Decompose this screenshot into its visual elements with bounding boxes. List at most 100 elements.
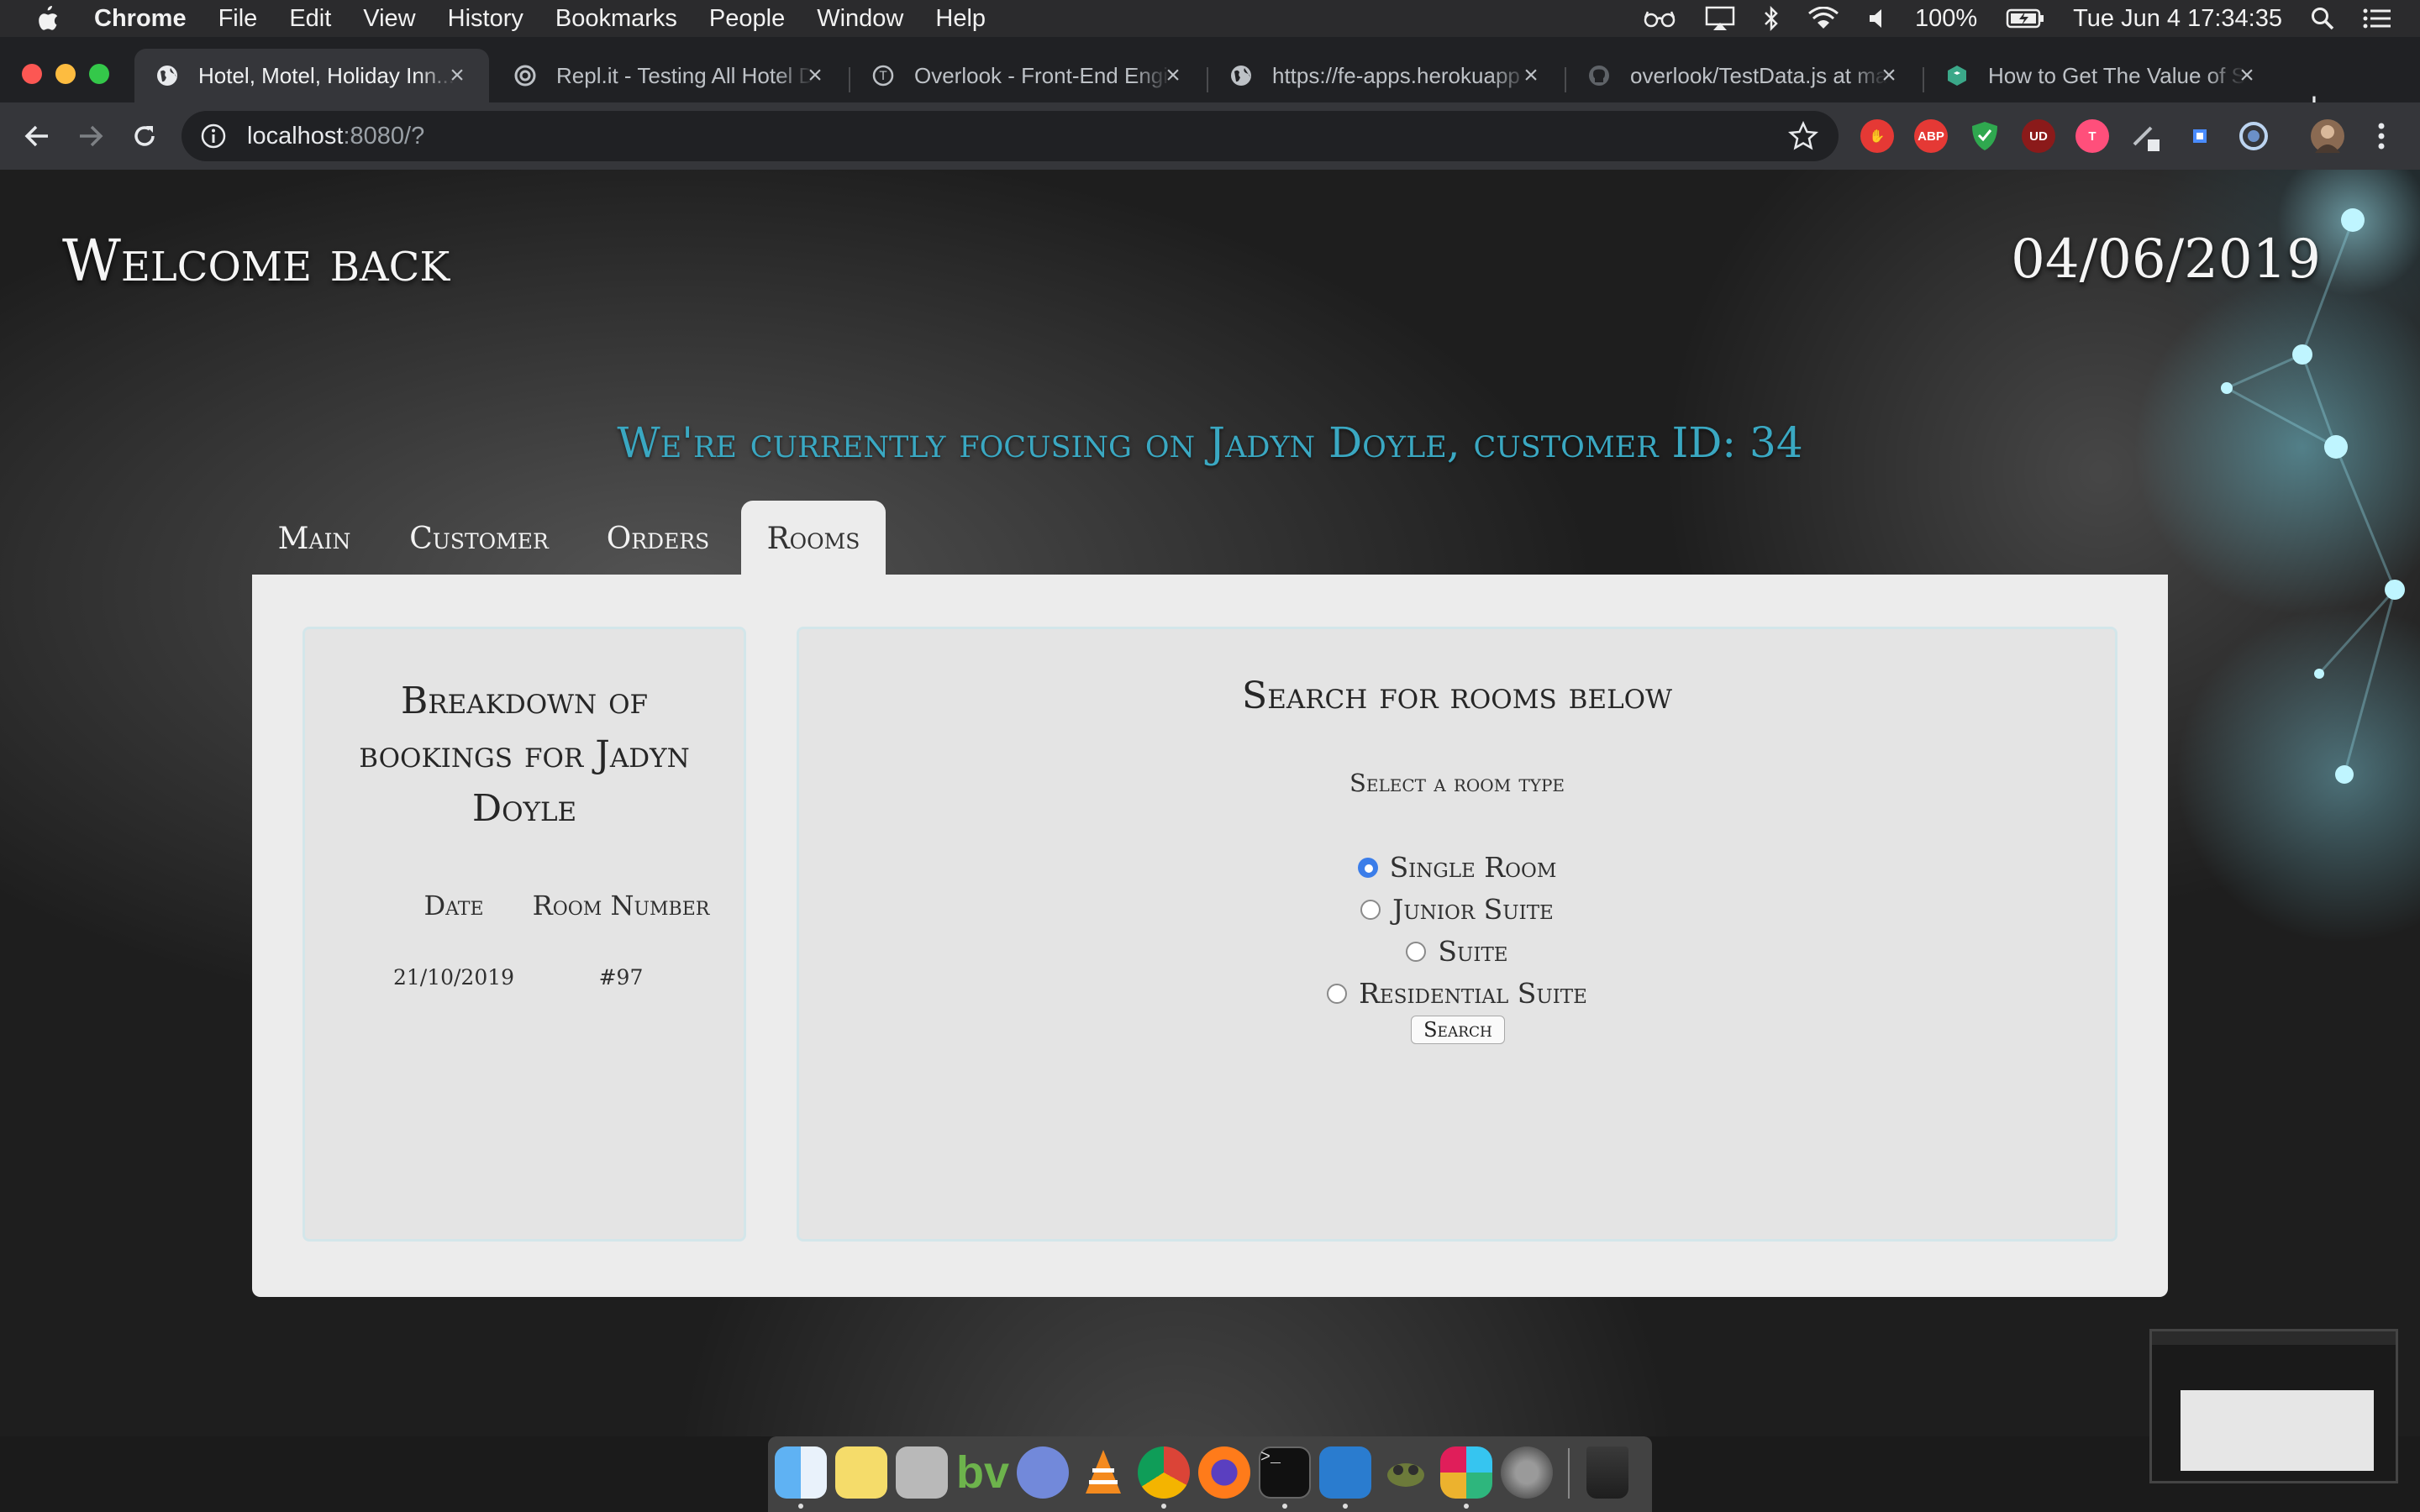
- reload-button[interactable]: [126, 118, 163, 155]
- browser-tab-active[interactable]: Hotel, Motel, Holiday Inn... ×: [134, 49, 489, 102]
- abp-icon[interactable]: ABP: [1914, 119, 1948, 153]
- t-icon[interactable]: T: [2075, 119, 2109, 153]
- window-close-button[interactable]: [22, 64, 42, 84]
- menu-file[interactable]: File: [218, 0, 258, 37]
- menu-history[interactable]: History: [448, 0, 523, 37]
- menu-bookmarks[interactable]: Bookmarks: [555, 0, 677, 37]
- browser-tab[interactable]: How to Get The Value of S ×: [1924, 49, 2279, 102]
- bookings-title-line: Doyle: [471, 787, 577, 830]
- radio-button[interactable]: [1406, 941, 1427, 962]
- close-icon[interactable]: ×: [1877, 63, 1901, 88]
- radio-button[interactable]: [1327, 983, 1348, 1004]
- close-icon[interactable]: ×: [2235, 63, 2259, 88]
- url-text[interactable]: localhost:8080/?: [247, 123, 424, 150]
- tab-orders[interactable]: Orders: [590, 501, 726, 576]
- battery-icon[interactable]: [2006, 8, 2044, 29]
- ud-icon[interactable]: UD: [2022, 119, 2055, 153]
- trash-icon[interactable]: [1586, 1446, 1628, 1499]
- airplay-icon[interactable]: [1705, 6, 1735, 31]
- firefox-icon[interactable]: [1198, 1446, 1250, 1499]
- profile-avatar[interactable]: [2311, 119, 2344, 153]
- square-icon[interactable]: [2183, 119, 2217, 153]
- running-indicator: [1161, 1504, 1166, 1509]
- browser-tab[interactable]: overlook/TestData.js at ma ×: [1566, 49, 1921, 102]
- bookmark-star-icon[interactable]: [1788, 121, 1818, 151]
- close-icon[interactable]: ×: [445, 63, 469, 88]
- spotlight-search-icon[interactable]: [2311, 7, 2334, 30]
- bluetooth-icon[interactable]: [1764, 6, 1779, 31]
- radio-button[interactable]: [1357, 857, 1378, 878]
- room-option-suite[interactable]: Suite: [799, 935, 2115, 968]
- codeburst-icon: [1944, 63, 1970, 88]
- vscode-icon[interactable]: [1319, 1446, 1371, 1499]
- window-minimize-button[interactable]: [55, 64, 76, 84]
- search-button[interactable]: Search: [1411, 1016, 1505, 1044]
- forward-button[interactable]: [72, 118, 109, 155]
- bv-icon[interactable]: bv: [956, 1446, 1009, 1499]
- cheatsheet-icon[interactable]: [1380, 1446, 1432, 1499]
- back-button[interactable]: [18, 118, 55, 155]
- radio-button[interactable]: [1360, 899, 1381, 920]
- close-icon[interactable]: ×: [1161, 63, 1185, 88]
- bookings-title-line: bookings for Jadyn: [359, 733, 690, 776]
- tab-customer[interactable]: Customer: [392, 501, 566, 576]
- tab-title: Hotel, Motel, Holiday Inn...: [198, 62, 455, 88]
- turing-icon: T: [871, 63, 896, 88]
- finder-icon[interactable]: [775, 1446, 827, 1499]
- notification-center-icon[interactable]: [2363, 8, 2391, 29]
- menu-view[interactable]: View: [363, 0, 415, 37]
- room-option-junior-suite[interactable]: Junior Suite: [799, 893, 2115, 926]
- script-editor-icon[interactable]: [896, 1446, 948, 1499]
- accessibility-glasses-icon[interactable]: [1643, 9, 1676, 28]
- chrome-menu-icon[interactable]: [2365, 119, 2398, 153]
- room-option-label: Residential Suite: [1359, 977, 1587, 1010]
- globe-icon: [155, 63, 180, 88]
- ring-icon[interactable]: [2237, 119, 2270, 153]
- screenshot-preview-thumbnail[interactable]: [2149, 1329, 2398, 1483]
- menu-help[interactable]: Help: [935, 0, 986, 37]
- shield-icon[interactable]: [1968, 119, 2002, 153]
- running-indicator: [1282, 1504, 1287, 1509]
- apple-logo-icon[interactable]: [34, 4, 60, 33]
- tab-main[interactable]: Main: [260, 501, 368, 576]
- chrome-toolbar: localhost:8080/? ✋ ABP UD T: [0, 102, 2420, 170]
- room-option-single[interactable]: Single Room: [799, 851, 2115, 884]
- thumbnail-toolbar: [2152, 1331, 2396, 1345]
- room-option-residential-suite[interactable]: Residential Suite: [799, 977, 2115, 1010]
- menubar-clock[interactable]: Tue Jun 4 17:34:35: [2073, 5, 2282, 33]
- browser-tab[interactable]: https://fe-apps.herokuapp ×: [1208, 49, 1563, 102]
- github-icon: [1586, 63, 1612, 88]
- ublock-icon[interactable]: ✋: [1860, 119, 1894, 153]
- chrome-tab-strip: Hotel, Motel, Holiday Inn... × Repl.it -…: [0, 37, 2420, 124]
- room-option-label: Suite: [1438, 935, 1508, 968]
- running-indicator: [798, 1504, 803, 1509]
- vlc-icon[interactable]: [1077, 1446, 1129, 1499]
- room-type-label: Select a room type: [1349, 769, 1565, 797]
- slack-icon[interactable]: [1440, 1446, 1492, 1499]
- window-zoom-button[interactable]: [89, 64, 109, 84]
- menu-edit[interactable]: Edit: [289, 0, 331, 37]
- wifi-icon[interactable]: [1807, 7, 1839, 30]
- stickies-icon[interactable]: [835, 1446, 887, 1499]
- menu-people[interactable]: People: [709, 0, 785, 37]
- tab-rooms[interactable]: Rooms: [741, 501, 886, 576]
- tab-title: How to Get The Value of S: [1988, 62, 2245, 88]
- menu-app-name[interactable]: Chrome: [94, 0, 187, 37]
- address-bar[interactable]: localhost:8080/?: [182, 111, 1839, 161]
- tab-title: https://fe-apps.herokuapp: [1272, 62, 1520, 88]
- chrome-app-icon[interactable]: [1138, 1446, 1190, 1499]
- browser-tab[interactable]: T Overlook - Front-End Engi ×: [850, 49, 1205, 102]
- menu-window[interactable]: Window: [817, 0, 903, 37]
- system-preferences-icon[interactable]: [1501, 1446, 1553, 1499]
- url-host: localhost: [247, 122, 344, 150]
- close-icon[interactable]: ×: [803, 63, 827, 88]
- pen-icon[interactable]: [2129, 119, 2163, 153]
- terminal-icon[interactable]: >_: [1259, 1446, 1311, 1499]
- volume-icon[interactable]: [1868, 8, 1886, 29]
- info-icon[interactable]: [200, 123, 227, 150]
- discord-icon[interactable]: [1017, 1446, 1069, 1499]
- booking-room-cell: #97: [598, 965, 644, 990]
- replit-icon: [513, 63, 538, 88]
- browser-tab[interactable]: Repl.it - Testing All Hotel D ×: [492, 49, 847, 102]
- close-icon[interactable]: ×: [1519, 63, 1543, 88]
